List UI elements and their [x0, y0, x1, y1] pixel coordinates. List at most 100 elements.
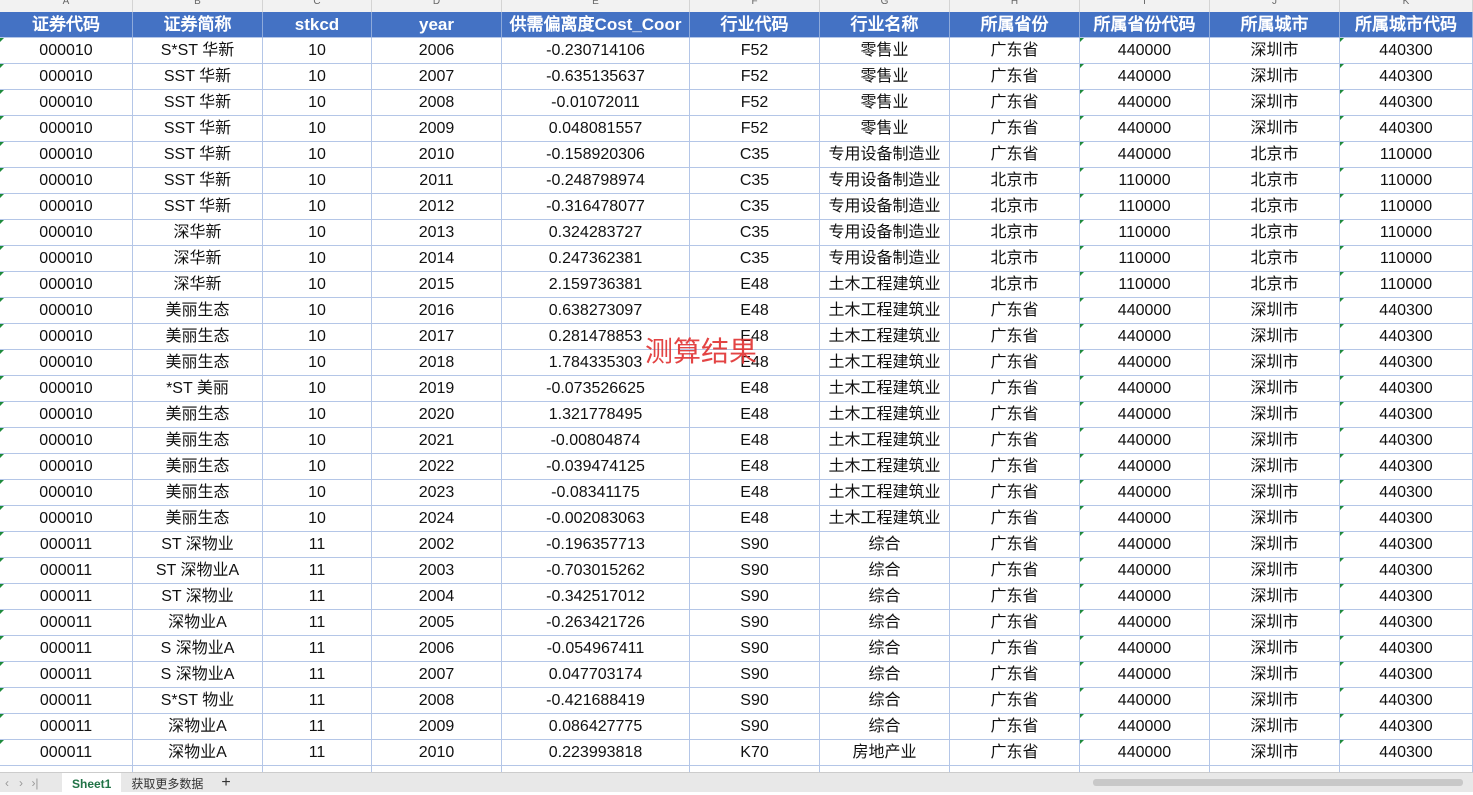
- table-cell[interactable]: 广东省: [950, 506, 1080, 532]
- table-cell[interactable]: 美丽生态: [133, 454, 263, 480]
- table-cell[interactable]: 深华新: [133, 246, 263, 272]
- table-cell[interactable]: 2.159736381: [502, 272, 690, 298]
- table-cell[interactable]: 440000: [1080, 506, 1210, 532]
- table-cell[interactable]: 美丽生态: [133, 506, 263, 532]
- table-cell[interactable]: 深圳市: [1210, 350, 1340, 376]
- table-cell[interactable]: 10: [263, 428, 372, 454]
- table-cell[interactable]: 深圳市: [1210, 584, 1340, 610]
- table-cell[interactable]: 0.047703174: [502, 662, 690, 688]
- table-cell[interactable]: 0.086427775: [502, 714, 690, 740]
- table-cell[interactable]: 零售业: [820, 90, 950, 116]
- table-cell[interactable]: 深圳市: [1210, 714, 1340, 740]
- table-cell[interactable]: 广东省: [950, 350, 1080, 376]
- header-cell[interactable]: 所属城市代码: [1340, 12, 1473, 38]
- table-cell[interactable]: 440300: [1340, 506, 1473, 532]
- table-cell[interactable]: F52: [690, 38, 820, 64]
- table-cell[interactable]: 美丽生态: [133, 324, 263, 350]
- table-cell[interactable]: 440000: [1080, 532, 1210, 558]
- table-cell[interactable]: 11: [263, 636, 372, 662]
- table-cell[interactable]: 深圳市: [1210, 636, 1340, 662]
- column-letter[interactable]: B: [133, 0, 263, 12]
- table-cell[interactable]: 2008: [372, 90, 502, 116]
- table-cell[interactable]: 2017: [372, 324, 502, 350]
- table-cell[interactable]: 土木工程建筑业: [820, 402, 950, 428]
- table-cell[interactable]: 广东省: [950, 428, 1080, 454]
- table-cell[interactable]: 0.048081557: [502, 116, 690, 142]
- column-letter[interactable]: C: [263, 0, 372, 12]
- table-cell[interactable]: E48: [690, 272, 820, 298]
- table-cell[interactable]: 440000: [1080, 428, 1210, 454]
- table-cell[interactable]: 440000: [1080, 350, 1210, 376]
- table-cell[interactable]: 广东省: [950, 688, 1080, 714]
- table-cell[interactable]: 11: [263, 584, 372, 610]
- table-cell[interactable]: SST 华新: [133, 90, 263, 116]
- table-cell[interactable]: 11: [263, 662, 372, 688]
- table-cell[interactable]: -0.00804874: [502, 428, 690, 454]
- table-cell[interactable]: 10: [263, 454, 372, 480]
- header-cell[interactable]: 证券简称: [133, 12, 263, 38]
- table-cell[interactable]: -0.002083063: [502, 506, 690, 532]
- table-cell[interactable]: F52: [690, 90, 820, 116]
- table-cell[interactable]: 10: [263, 376, 372, 402]
- table-cell[interactable]: 土木工程建筑业: [820, 324, 950, 350]
- table-cell[interactable]: 美丽生态: [133, 350, 263, 376]
- table-cell[interactable]: 000010: [0, 428, 133, 454]
- header-cell[interactable]: stkcd: [263, 12, 372, 38]
- table-cell[interactable]: 2005: [372, 610, 502, 636]
- table-cell[interactable]: -0.01072011: [502, 90, 690, 116]
- table-cell[interactable]: 000010: [0, 402, 133, 428]
- table-cell[interactable]: 土木工程建筑业: [820, 454, 950, 480]
- table-cell[interactable]: 0.324283727: [502, 220, 690, 246]
- table-cell[interactable]: 2006: [372, 38, 502, 64]
- table-cell[interactable]: 000010: [0, 324, 133, 350]
- table-cell[interactable]: -0.635135637: [502, 64, 690, 90]
- table-cell[interactable]: 000010: [0, 142, 133, 168]
- table-cell[interactable]: 10: [263, 38, 372, 64]
- table-cell[interactable]: S90: [690, 662, 820, 688]
- table-cell[interactable]: 2010: [372, 142, 502, 168]
- table-cell[interactable]: S*ST 物业: [133, 688, 263, 714]
- table-cell[interactable]: 000011: [0, 610, 133, 636]
- table-cell[interactable]: 专用设备制造业: [820, 168, 950, 194]
- tab-sheet1[interactable]: Sheet1: [62, 772, 122, 793]
- table-cell[interactable]: E48: [690, 506, 820, 532]
- table-cell[interactable]: 2010: [372, 740, 502, 766]
- table-cell[interactable]: 深圳市: [1210, 662, 1340, 688]
- table-cell[interactable]: 广东省: [950, 142, 1080, 168]
- table-cell[interactable]: S 深物业A: [133, 636, 263, 662]
- table-cell[interactable]: 11: [263, 558, 372, 584]
- table-cell[interactable]: 440000: [1080, 610, 1210, 636]
- table-cell[interactable]: 深圳市: [1210, 116, 1340, 142]
- table-cell[interactable]: 深圳市: [1210, 298, 1340, 324]
- table-cell[interactable]: 110000: [1080, 194, 1210, 220]
- table-cell[interactable]: 综合: [820, 636, 950, 662]
- table-cell[interactable]: 零售业: [820, 116, 950, 142]
- table-cell[interactable]: 440000: [1080, 298, 1210, 324]
- table-cell[interactable]: 2003: [372, 558, 502, 584]
- table-cell[interactable]: 000010: [0, 298, 133, 324]
- table-cell[interactable]: 2024: [372, 506, 502, 532]
- table-cell[interactable]: 2006: [372, 636, 502, 662]
- table-cell[interactable]: 440000: [1080, 402, 1210, 428]
- table-cell[interactable]: 北京市: [1210, 272, 1340, 298]
- table-cell[interactable]: 广东省: [950, 662, 1080, 688]
- table-cell[interactable]: 440300: [1340, 610, 1473, 636]
- table-cell[interactable]: 440000: [1080, 324, 1210, 350]
- table-cell[interactable]: E48: [690, 376, 820, 402]
- table-cell[interactable]: 深物业A: [133, 610, 263, 636]
- table-cell[interactable]: 440000: [1080, 558, 1210, 584]
- header-cell[interactable]: 所属省份代码: [1080, 12, 1210, 38]
- table-cell[interactable]: K70: [690, 740, 820, 766]
- table-cell[interactable]: 000011: [0, 532, 133, 558]
- table-cell[interactable]: 零售业: [820, 64, 950, 90]
- table-cell[interactable]: 11: [263, 688, 372, 714]
- table-cell[interactable]: 广东省: [950, 714, 1080, 740]
- table-cell[interactable]: 广东省: [950, 116, 1080, 142]
- table-cell[interactable]: 000011: [0, 636, 133, 662]
- table-cell[interactable]: 专用设备制造业: [820, 194, 950, 220]
- table-cell[interactable]: 440300: [1340, 298, 1473, 324]
- table-cell[interactable]: 000010: [0, 506, 133, 532]
- table-cell[interactable]: 10: [263, 220, 372, 246]
- table-cell[interactable]: 10: [263, 142, 372, 168]
- table-cell[interactable]: 10: [263, 324, 372, 350]
